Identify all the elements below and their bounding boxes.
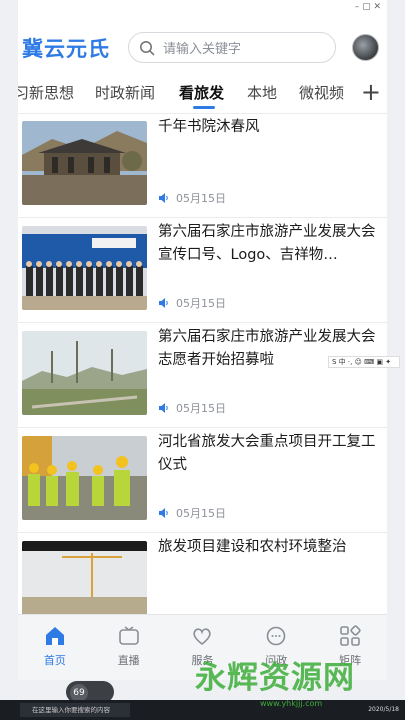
nav-home[interactable]: 首页	[18, 615, 92, 680]
grid-icon	[340, 625, 361, 646]
search-input[interactable]: 请输入关键字	[128, 32, 336, 63]
nav-home-label: 首页	[43, 654, 66, 667]
heart-icon	[193, 628, 212, 646]
article-thumbnail	[22, 436, 147, 520]
windows-taskbar: 在这里输入你要搜索的内容 2020/5/18	[0, 700, 405, 720]
article-title: 河北省旅发大会重点项目开工复工仪式	[158, 434, 376, 473]
article-thumbnail	[22, 226, 147, 310]
list-item[interactable]: 第六届石家庄市旅游产业发展大会宣传口号、Logo、吉祥物… 05月15日	[18, 219, 387, 323]
article-meta: 05月15日	[158, 505, 226, 521]
taskbar-date: 2020/5/18	[368, 706, 399, 713]
user-avatar[interactable]	[352, 34, 379, 61]
article-date: 05月15日	[176, 507, 226, 520]
article-title: 旅发项目建设和农村环境整治	[158, 539, 347, 555]
tv-icon	[118, 626, 139, 645]
window-controls[interactable]: – ▢ ✕	[355, 2, 381, 12]
add-channel-icon[interactable]: +	[361, 78, 381, 106]
search-placeholder: 请输入关键字	[163, 42, 242, 57]
app-header: 冀云元氏 请输入关键字	[18, 24, 387, 72]
search-icon	[140, 40, 155, 55]
article-meta: 05月15日	[158, 400, 226, 416]
nav-live-label: 直播	[117, 654, 140, 667]
speaker-icon[interactable]	[158, 402, 170, 414]
tab-politics-news[interactable]: 时政新闻	[95, 82, 155, 103]
tab-micro-video[interactable]: 微视频	[299, 82, 344, 103]
app-logo: 冀云元氏	[22, 37, 110, 61]
article-thumbnail	[22, 121, 147, 205]
article-date: 05月15日	[176, 192, 226, 205]
ime-toolbar[interactable]: S 中 ·, ☺ ⌨ ▣ ✦	[328, 356, 400, 368]
article-title: 千年书院沐春风	[158, 119, 260, 135]
article-thumbnail	[22, 331, 147, 415]
nav-live[interactable]: 直播	[92, 615, 166, 680]
speaker-icon[interactable]	[158, 297, 170, 309]
article-thumbnail	[22, 541, 147, 625]
list-item[interactable]: 千年书院沐春风 05月15日	[18, 114, 387, 218]
article-date: 05月15日	[176, 402, 226, 415]
home-icon	[45, 627, 64, 645]
taskbar-search-input[interactable]: 在这里输入你要搜索的内容	[20, 703, 130, 717]
category-tabs: 习新思想 时政新闻 看旅发 本地 微视频 +	[18, 76, 387, 112]
chat-icon	[266, 626, 286, 646]
tab-xi-thought[interactable]: 习新思想	[18, 82, 74, 103]
list-item[interactable]: 第六届石家庄市旅游产业发展大会志愿者开始招募啦 05月15日	[18, 324, 387, 428]
speaker-icon[interactable]	[158, 192, 170, 204]
article-meta: 05月15日	[158, 190, 226, 206]
tab-local[interactable]: 本地	[247, 82, 277, 103]
article-title: 第六届石家庄市旅游产业发展大会宣传口号、Logo、吉祥物…	[158, 224, 376, 263]
speaker-icon[interactable]	[158, 507, 170, 519]
watermark-url: www.yhkjjj.com	[260, 699, 323, 708]
tab-tourism[interactable]: 看旅发	[179, 82, 224, 103]
app-screen: – ▢ ✕ 冀云元氏 请输入关键字 习新思想 时政新闻 看旅发 本地 微视频 +	[18, 0, 387, 680]
watermark-text: 永辉资源网	[195, 660, 355, 696]
active-tab-indicator	[193, 106, 215, 109]
article-date: 05月15日	[176, 297, 226, 310]
article-meta: 05月15日	[158, 295, 226, 311]
list-item[interactable]: 河北省旅发大会重点项目开工复工仪式 05月15日	[18, 429, 387, 533]
